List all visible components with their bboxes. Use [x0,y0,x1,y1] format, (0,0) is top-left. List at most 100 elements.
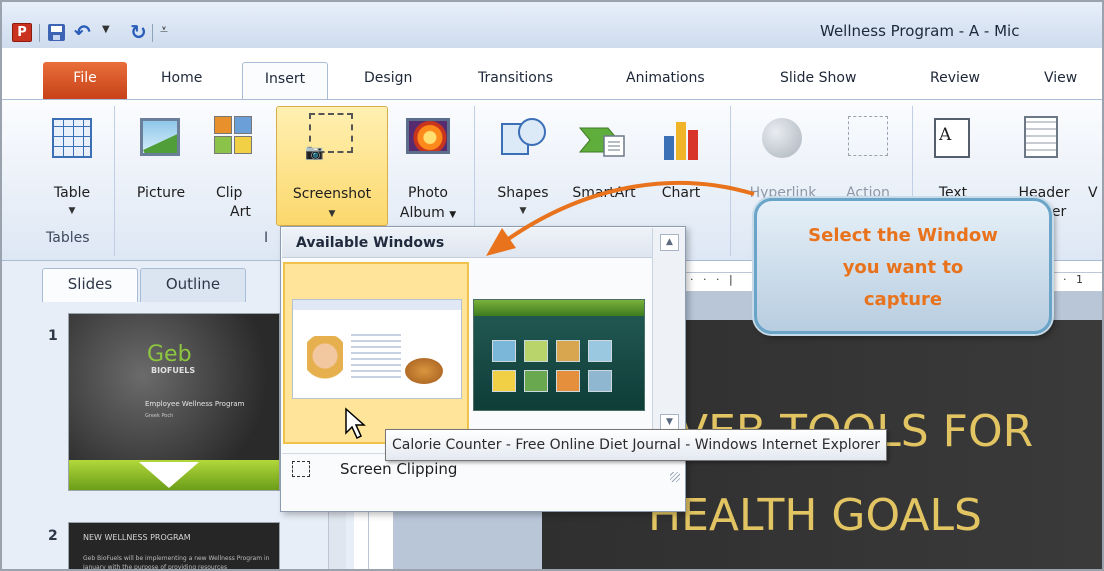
tab-home[interactable]: Home [161,62,202,99]
qat-separator [152,24,153,42]
website-preview-image [473,299,645,411]
undo-icon[interactable]: ↶ [74,20,91,44]
screenshot-button[interactable]: 📷 Screenshot ▼ [276,106,388,226]
ruler-marks: · · 1 [1050,273,1086,286]
powerpoint-window: P ↶ ▼ ↻ ⩡ Wellness Program - A - Mic Fil… [0,0,1104,571]
chevron-down-icon: ▼ [449,210,457,220]
photo-album-icon [406,118,450,154]
clip-art-icon [214,116,252,156]
text-box-icon: A [934,118,970,158]
partial-button-label: V [1088,185,1098,201]
callout-line-1: Select the Window [808,225,998,246]
save-icon[interactable] [48,24,65,41]
picture-button[interactable]: Picture [126,108,196,212]
clip-art-label-1: Clip [216,185,243,201]
slide-body: Geb BioFuels will be implementing a new … [83,555,270,571]
browser-preview-photo [307,336,343,386]
ribbon-tabs: File Home Insert Design Transitions Anim… [2,58,1102,99]
slide-number: 2 [48,528,58,544]
slide-number: 1 [48,328,58,344]
tab-transitions[interactable]: Transitions [478,62,553,99]
photo-album-label-2: Album ▼ [390,204,466,225]
tab-outline[interactable]: Outline [140,268,246,302]
table-button[interactable]: Table ▼ [42,108,102,216]
chevron-down-icon: ▼ [328,209,336,219]
ruler-marks: · · · | [690,273,736,286]
slide-logo-subtext: BIOFUELS [151,366,196,375]
redo-icon[interactable]: ↻ [130,20,147,44]
callout-line-3: capture [863,289,943,310]
clip-art-button[interactable]: Clip Art [208,108,258,220]
tab-slide-show[interactable]: Slide Show [780,62,856,99]
title-bar: P ↶ ▼ ↻ ⩡ Wellness Program - A - Mic [2,2,1102,48]
slide-title-line-2: HEALTH GOALS [648,490,982,541]
window-thumbnail-website[interactable] [473,262,651,444]
available-windows-title: Available Windows [296,235,445,251]
callout-line-2: you want to [842,257,964,278]
browser-preview-image [292,299,462,399]
slide-byline: Greek Poch [145,413,174,419]
website-preview-tile [492,370,516,392]
slide-subtitle: Employee Wellness Program [145,400,245,408]
instruction-callout: Select the Window you want to capture [754,198,1052,334]
screenshot-label: Screenshot [292,186,372,202]
window-tooltip: Calorie Counter - Free Online Diet Journ… [385,429,888,461]
screen-clipping-label: Screen Clipping [340,460,458,478]
window-thumbnail-calorie-counter[interactable] [283,262,469,444]
website-preview-tile [524,370,548,392]
shapes-icon [501,118,546,155]
table-icon [52,118,92,158]
picture-icon [140,118,180,156]
clip-art-tile [214,136,232,154]
clip-art-label-2: Art [230,204,251,220]
action-icon [848,116,888,156]
slide-logo-text: Geb [147,342,192,367]
website-preview-tile [588,340,612,362]
tab-slides[interactable]: Slides [42,268,138,302]
clip-art-tile [234,116,252,134]
tab-view[interactable]: View [1044,62,1077,99]
picture-label: Picture [136,185,186,201]
customize-qat-icon[interactable]: ⩡ [160,22,168,38]
chart-icon [664,122,698,160]
tab-animations[interactable]: Animations [626,62,705,99]
photo-album-button[interactable]: Photo Album ▼ [390,108,466,221]
window-title: Wellness Program - A - Mic [820,22,1020,40]
website-preview-header [474,300,644,316]
slide-thumbnail-1[interactable]: Geb BIOFUELS Employee Wellness Program G… [68,313,280,491]
photo-album-label-1: Photo [408,185,448,201]
website-preview-tile [588,370,612,392]
tab-file[interactable]: File [43,62,127,99]
qat-separator [39,24,40,42]
browser-preview-content [351,332,401,382]
group-label-images: I [264,230,269,246]
browser-preview-food [405,358,443,384]
browser-preview-toolbar [293,300,461,310]
website-preview-tile [524,340,548,362]
slide-thumbnail-2[interactable]: NEW WELLNESS PROGRAM Geb BioFuels will b… [68,522,280,571]
undo-dropdown-icon[interactable]: ▼ [102,24,110,35]
mouse-cursor-icon [345,407,366,440]
table-label: Table [53,185,91,201]
text-box-button[interactable]: A Text [922,108,984,212]
camera-icon: 📷 [305,143,324,161]
screen-clipping-icon [292,461,310,477]
website-preview-tile [492,340,516,362]
website-preview-tile [556,340,580,362]
action-button[interactable]: Action [834,108,902,212]
tab-review[interactable]: Review [930,62,980,99]
tab-design[interactable]: Design [364,62,412,99]
resize-grip-icon[interactable] [670,472,680,482]
hyperlink-icon [762,118,802,158]
header-footer-button[interactable]: Header Footer [1008,108,1080,220]
group-label-tables: Tables [46,230,90,246]
smartart-icon [578,127,625,157]
powerpoint-icon[interactable]: P [12,23,32,42]
chevron-down-icon: ▼ [68,206,76,216]
slide-chevron-shape [139,462,199,488]
tab-insert[interactable]: Insert [242,62,328,99]
header-footer-icon [1024,116,1058,158]
group-separator [114,106,115,256]
photo-album-label-2-text: Album [399,205,445,221]
callout-arrow [486,180,755,256]
